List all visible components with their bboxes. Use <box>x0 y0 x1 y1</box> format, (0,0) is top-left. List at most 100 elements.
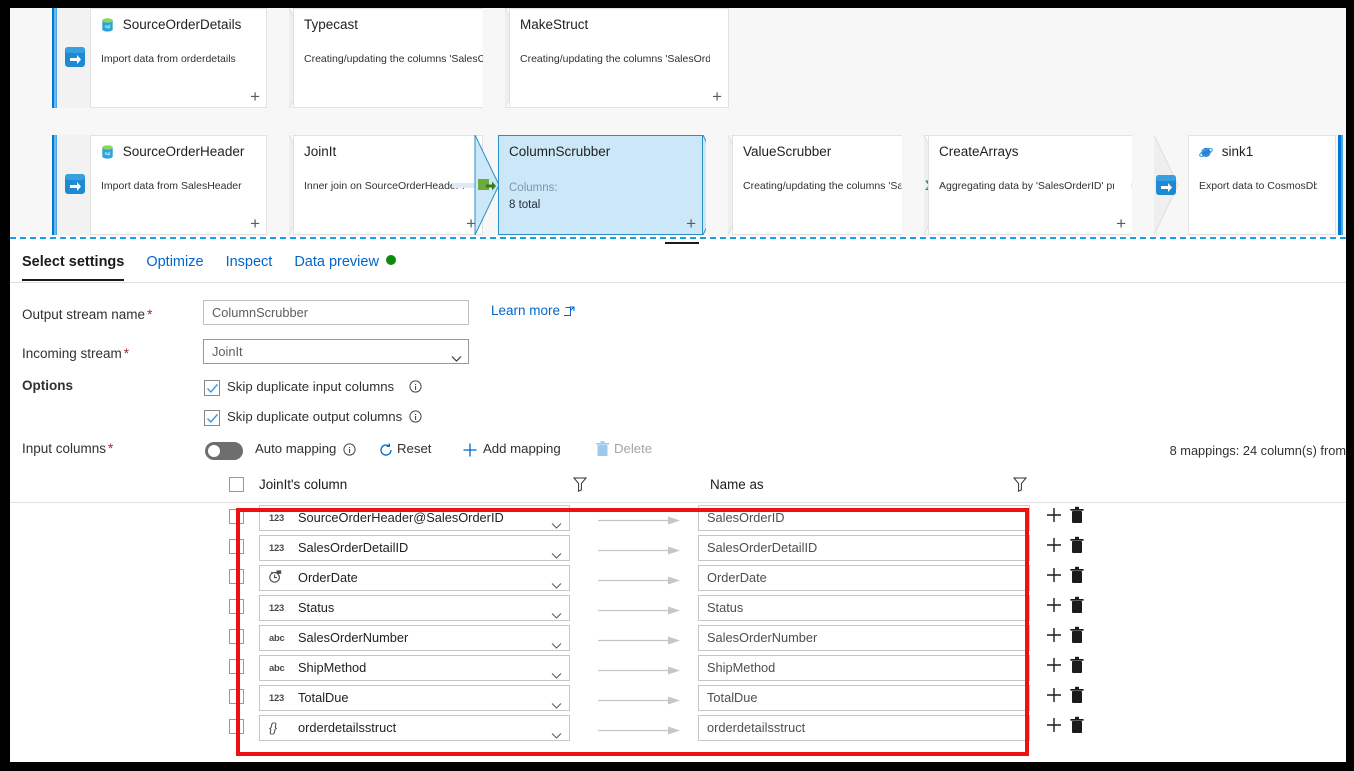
name-as-input[interactable]: Status <box>698 595 1030 621</box>
chevron-down-icon <box>551 664 562 679</box>
node-sink1[interactable]: sink1 Export data to CosmosDbSqlApiOrder… <box>1188 135 1346 235</box>
type-date-icon <box>268 566 282 590</box>
node-description: Import data from SalesHeader <box>101 180 242 192</box>
row-checkbox[interactable] <box>229 539 244 554</box>
svg-text:sql: sql <box>105 151 111 156</box>
node-body[interactable]: MakeStruct Creating/updating the columns… <box>509 8 729 108</box>
source-column-value: SourceOrderHeader@SalesOrderID <box>298 510 504 525</box>
select-all-checkbox[interactable] <box>229 477 244 492</box>
panel-tabs: Select settings Optimize Inspect Data previ… <box>10 244 1346 283</box>
node-desc-value: 8 total <box>509 199 541 211</box>
reset-button[interactable]: Reset <box>397 441 431 456</box>
incoming-stream-value: JoinIt <box>212 344 243 359</box>
add-node-button[interactable]: + <box>250 88 260 105</box>
add-node-button[interactable]: + <box>250 215 260 232</box>
add-node-button[interactable]: + <box>1116 215 1126 232</box>
cosmosdb-icon <box>1199 145 1213 163</box>
name-as-input[interactable]: SalesOrderDetailID <box>698 535 1030 561</box>
delete-row-icon[interactable] <box>1070 596 1084 614</box>
required-marker: * <box>108 441 114 456</box>
tab-optimize[interactable]: Optimize <box>146 244 203 281</box>
delete-row-icon[interactable] <box>1070 506 1084 524</box>
delete-row-icon[interactable] <box>1070 656 1084 674</box>
row-checkbox[interactable] <box>229 509 244 524</box>
node-body[interactable]: sink1 Export data to CosmosDbSqlApiOrder… <box>1188 135 1336 235</box>
info-icon[interactable] <box>409 380 422 393</box>
source-column-select[interactable]: OrderDate <box>259 565 570 591</box>
source-column-select[interactable]: 123 SourceOrderHeader@SalesOrderID <box>259 505 570 531</box>
table-row: {} orderdetailsstruct orderdetailsstruct <box>10 713 1346 743</box>
name-as-input[interactable]: ShipMethod <box>698 655 1030 681</box>
chevron-down-icon <box>551 724 562 739</box>
name-as-input[interactable]: TotalDue <box>698 685 1030 711</box>
filter-icon-nameas[interactable] <box>1012 477 1028 493</box>
delete-row-icon[interactable] <box>1070 536 1084 554</box>
delete-row-icon[interactable] <box>1070 686 1084 704</box>
auto-mapping-toggle[interactable] <box>205 442 243 460</box>
skip-duplicate-output-checkbox[interactable] <box>204 410 220 426</box>
add-node-button[interactable]: + <box>686 215 696 232</box>
name-as-input[interactable]: OrderDate <box>698 565 1030 591</box>
row-output-stream-name: Output stream name * ColumnScrubber Learn… <box>10 297 1346 336</box>
data-flow-canvas[interactable]: sql SourceOrderDetails Import data from … <box>10 8 1346 236</box>
learn-more-link[interactable]: Learn more <box>491 303 575 320</box>
chevron-down-icon <box>551 544 562 559</box>
node-source-order-header[interactable]: sql SourceOrderHeader Import data from S… <box>52 135 267 235</box>
row-checkbox[interactable] <box>229 689 244 704</box>
source-column-select[interactable]: abc ShipMethod <box>259 655 570 681</box>
node-createarrays[interactable]: CreateArrays Aggregating data by 'SalesO… <box>928 135 1133 235</box>
add-row-icon[interactable] <box>1046 717 1062 733</box>
tab-inspect[interactable]: Inspect <box>226 244 273 281</box>
filter-icon-source[interactable] <box>572 477 588 493</box>
source-column-select[interactable]: abc SalesOrderNumber <box>259 625 570 651</box>
node-body[interactable]: CreateArrays Aggregating data by 'SalesO… <box>928 135 1133 235</box>
delete-row-icon[interactable] <box>1070 566 1084 584</box>
add-row-icon[interactable] <box>1046 687 1062 703</box>
source-column-select[interactable]: {} orderdetailsstruct <box>259 715 570 741</box>
info-icon[interactable] <box>343 443 356 456</box>
reset-icon[interactable] <box>379 443 393 462</box>
node-body[interactable]: sql SourceOrderDetails Import data from … <box>90 8 267 108</box>
row-checkbox[interactable] <box>229 569 244 584</box>
add-node-button[interactable]: + <box>712 88 722 105</box>
node-body[interactable]: sql SourceOrderHeader Import data from S… <box>90 135 267 235</box>
add-row-icon[interactable] <box>1046 537 1062 553</box>
name-as-input[interactable]: SalesOrderID <box>698 505 1030 531</box>
add-row-icon[interactable] <box>1046 627 1062 643</box>
row-checkbox[interactable] <box>229 599 244 614</box>
mapping-toolbar: Input columns * Auto mapping Reset Add ma… <box>10 437 1346 471</box>
row-checkbox[interactable] <box>229 629 244 644</box>
incoming-stream-select[interactable]: JoinIt <box>203 339 469 364</box>
source-column-select[interactable]: 123 SalesOrderDetailID <box>259 535 570 561</box>
node-typecast[interactable]: Typecast Creating/updating the columns '… <box>293 8 513 108</box>
tab-select-settings[interactable]: Select settings <box>22 244 125 281</box>
add-row-icon[interactable] <box>1046 507 1062 523</box>
add-row-icon[interactable] <box>1046 657 1062 673</box>
delete-row-icon[interactable] <box>1070 626 1084 644</box>
skip-duplicate-input-checkbox[interactable] <box>204 380 220 396</box>
node-description: Import data from orderdetails <box>101 53 236 65</box>
add-row-icon[interactable] <box>1046 597 1062 613</box>
source-column-select[interactable]: 123 Status <box>259 595 570 621</box>
node-columnscrubber[interactable]: ColumnScrubber Columns: 8 total + <box>498 135 728 235</box>
source-column-select[interactable]: 123 TotalDue <box>259 685 570 711</box>
output-stream-name-input[interactable]: ColumnScrubber <box>203 300 469 325</box>
tab-data-preview[interactable]: Data preview <box>294 244 396 281</box>
type-number-icon: 123 <box>269 602 285 613</box>
info-icon[interactable] <box>409 410 422 423</box>
add-row-icon[interactable] <box>1046 567 1062 583</box>
name-as-input[interactable]: orderdetailsstruct <box>698 715 1030 741</box>
node-body-selected[interactable]: ColumnScrubber Columns: 8 total + <box>498 135 703 235</box>
node-body[interactable]: Typecast Creating/updating the columns '… <box>293 8 513 108</box>
row-checkbox[interactable] <box>229 659 244 674</box>
row-checkbox[interactable] <box>229 719 244 734</box>
node-title: Typecast <box>304 17 359 32</box>
checkmark-icon <box>206 413 219 424</box>
name-as-input[interactable]: SalesOrderNumber <box>698 625 1030 651</box>
node-source-order-details[interactable]: sql SourceOrderDetails Import data from … <box>52 8 267 108</box>
plus-icon[interactable] <box>462 442 478 463</box>
node-makestruct[interactable]: MakeStruct Creating/updating the columns… <box>509 8 729 108</box>
delete-row-icon[interactable] <box>1070 716 1084 734</box>
chevron-down-icon <box>551 514 562 529</box>
add-mapping-button[interactable]: Add mapping <box>483 441 561 456</box>
